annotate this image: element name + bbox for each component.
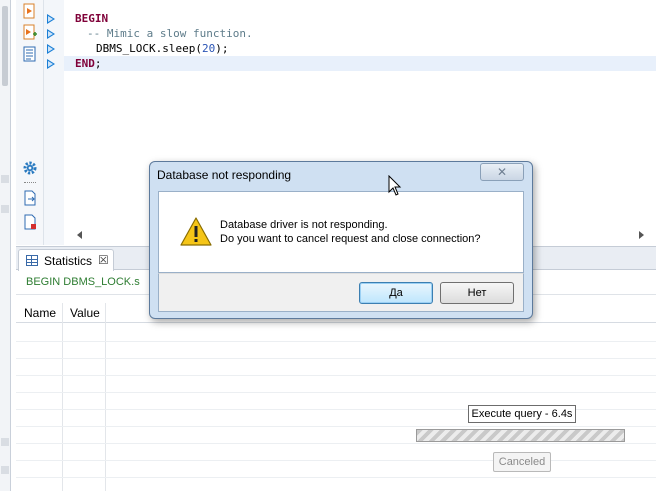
code-line: -- Mimic a slow function. — [87, 26, 253, 41]
code-line: BEGIN — [75, 11, 108, 26]
query-text: BEGIN DBMS_LOCK.s — [26, 276, 140, 288]
statistics-table-icon — [26, 255, 38, 266]
statement-terminator: ; — [94, 57, 102, 70]
scroll-right-icon[interactable] — [639, 231, 644, 239]
mouse-cursor-icon — [388, 175, 402, 196]
left-edge-panel — [0, 0, 11, 491]
left-marker — [1, 466, 9, 474]
column-divider — [105, 303, 106, 491]
keyword-end: END — [75, 57, 95, 70]
call-text: DBMS_LOCK.sleep( — [96, 42, 202, 55]
canceled-button[interactable]: Canceled — [493, 452, 551, 472]
code-line: DBMS_LOCK.sleep(20); — [96, 41, 228, 56]
code-line: END; — [75, 56, 102, 71]
dialog-message-line: Do you want to cancel request and close … — [220, 233, 481, 245]
column-divider — [62, 303, 63, 491]
tab-close-icon[interactable]: ☒ — [98, 253, 109, 267]
table-row — [16, 358, 656, 359]
play-marker-icon[interactable] — [47, 44, 55, 54]
column-header-name[interactable]: Name — [16, 303, 62, 323]
dialog-button-bar: Да Нет — [158, 273, 524, 312]
call-suffix: ); — [215, 42, 229, 55]
execute-query-status: Execute query - 6.4s — [468, 405, 576, 423]
warning-triangle-icon — [180, 217, 212, 246]
number-literal: 20 — [201, 42, 216, 55]
play-marker-icon[interactable] — [47, 59, 55, 69]
tab-statistics[interactable]: Statistics ☒ — [18, 249, 114, 271]
dialog-close-button[interactable]: ✕ — [480, 163, 524, 181]
results-grid[interactable]: Name Value — [16, 303, 656, 491]
dialog-message-line: Database driver is not responding. — [220, 219, 388, 231]
table-row — [16, 443, 656, 444]
left-marker — [1, 175, 9, 183]
no-button[interactable]: Нет — [440, 282, 514, 304]
table-row — [16, 341, 656, 342]
table-row — [16, 477, 656, 478]
settings-gear-icon[interactable] — [22, 160, 38, 176]
table-row — [16, 426, 656, 427]
current-line-highlight — [64, 56, 656, 71]
load-file-icon[interactable] — [22, 214, 38, 230]
scroll-left-icon[interactable] — [77, 231, 82, 239]
keyword-begin: BEGIN — [75, 12, 109, 25]
play-marker-icon[interactable] — [47, 29, 55, 39]
table-row — [16, 392, 656, 393]
table-row — [16, 460, 656, 461]
yes-button[interactable]: Да — [359, 282, 433, 304]
toolbar-separator — [24, 182, 36, 183]
left-marker — [1, 205, 9, 213]
column-header-value[interactable]: Value — [62, 303, 105, 323]
execution-marker-column — [44, 0, 64, 245]
execution-plan-icon[interactable] — [22, 46, 38, 62]
tab-statistics-label: Statistics — [44, 254, 93, 268]
export-icon[interactable] — [22, 190, 38, 206]
table-row — [16, 375, 656, 376]
execute-script-icon[interactable] — [22, 3, 38, 19]
left-marker — [1, 438, 9, 446]
left-scrollbar-thumb[interactable] — [2, 6, 8, 86]
play-marker-icon[interactable] — [47, 14, 55, 24]
dialog-title: Database not responding — [157, 168, 292, 182]
comment-text: -- Mimic a slow function. — [87, 27, 253, 40]
dialog-message: Database driver is not responding. Do yo… — [220, 218, 481, 246]
database-not-responding-dialog: Database not responding ✕ Database drive… — [149, 161, 533, 319]
execute-script-new-tab-icon[interactable] — [22, 24, 38, 40]
query-progress-bar — [416, 429, 625, 442]
editor-toolbar — [16, 0, 44, 245]
dialog-body: Database driver is not responding. Do yo… — [158, 191, 524, 273]
